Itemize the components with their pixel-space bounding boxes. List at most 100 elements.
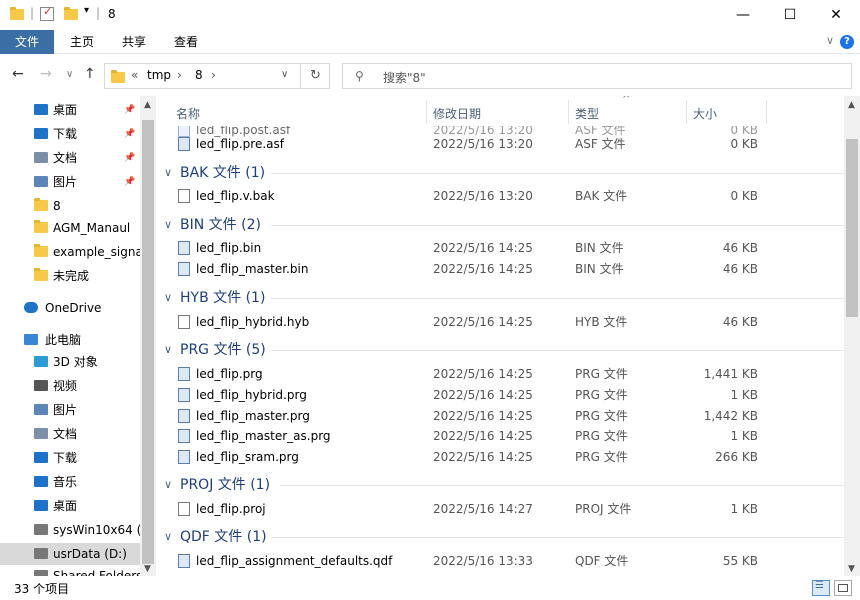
file-name: led_flip_master.prg [196, 409, 310, 423]
folder-icon [34, 244, 48, 258]
sidebar-item-label: 桌面 [53, 103, 78, 117]
group-header[interactable]: ∨ BIN 文件 (2) [156, 214, 844, 236]
sidebar-item[interactable]: 图片 [0, 399, 140, 421]
file-row[interactable]: led_flip_hybrid.prg 2022/5/16 14:25 PRG 文件… [156, 385, 844, 405]
file-row[interactable]: led_flip.proj 2022/5/16 14:27 PROJ 文件 1 KB [156, 499, 844, 519]
file-row[interactable]: led_flip_master.prg 2022/5/16 14:25 PRG 文件… [156, 406, 844, 426]
column-divider[interactable] [568, 100, 569, 124]
group-header[interactable]: ∨ PRG 文件 (5) [156, 339, 844, 361]
collapse-group-icon[interactable]: ∨ [164, 339, 172, 361]
file-row[interactable]: led_flip_master.bin 2022/5/16 14:25 BIN 文件… [156, 259, 844, 279]
tab-view[interactable]: 查看 [160, 30, 212, 54]
column-divider[interactable] [426, 100, 427, 124]
collapse-group-icon[interactable]: ∨ [164, 214, 172, 236]
file-size: 46 KB [722, 315, 758, 329]
sidebar-item[interactable]: 图片 📌 [0, 171, 140, 193]
scroll-down-icon[interactable]: ▼ [848, 564, 855, 574]
sidebar-item[interactable]: 3D 对象 [0, 351, 140, 373]
sidebar-item[interactable]: AGM_Manaul [0, 217, 140, 239]
large-icons-view-button[interactable] [834, 580, 852, 596]
help-icon[interactable]: ? [840, 35, 854, 49]
file-row[interactable]: led_flip_master_as.prg 2022/5/16 14:25 PRG… [156, 426, 844, 446]
document-icon [34, 152, 48, 163]
scroll-down-icon[interactable]: ▼ [144, 564, 151, 574]
file-row[interactable]: led_flip_sram.prg 2022/5/16 14:25 PRG 文件 26… [156, 447, 844, 467]
breadcrumb-tmp[interactable]: tmp [147, 68, 171, 82]
address-dropdown-icon[interactable]: ∨ [281, 69, 288, 80]
maximize-button[interactable]: ☐ [767, 0, 813, 30]
sidebar-item[interactable]: 音乐 [0, 471, 140, 493]
file-list-scrollbar-thumb[interactable] [846, 139, 858, 317]
file-row[interactable]: led_flip.v.bak 2022/5/16 13:20 BAK 文件 0 KB [156, 186, 844, 206]
sidebar-item[interactable]: 未完成 [0, 265, 140, 287]
group-divider [271, 173, 844, 174]
collapse-group-icon[interactable]: ∨ [164, 526, 172, 548]
sidebar-item[interactable]: 视频 [0, 375, 140, 397]
sidebar-item[interactable]: 桌面 📌 [0, 99, 140, 121]
tab-file[interactable]: 文件 [0, 30, 54, 54]
close-button[interactable]: ✕ [813, 0, 859, 30]
search-input[interactable]: 搜索"8" [383, 69, 426, 86]
folder-icon [34, 268, 48, 282]
download-icon [34, 452, 48, 463]
scroll-up-icon[interactable]: ▲ [144, 100, 151, 110]
sidebar-item-label: usrData (D:) [53, 547, 127, 561]
file-row[interactable]: led_flip_hybrid.hyb 2022/5/16 14:25 HYB 文件… [156, 312, 844, 332]
group-header[interactable]: ∨ BAK 文件 (1) [156, 162, 844, 184]
back-button[interactable]: ← [12, 66, 24, 82]
column-size[interactable]: 大小 [693, 105, 717, 122]
file-date: 2022/5/16 14:25 [433, 450, 533, 464]
search-box[interactable]: ⚲ 搜索"8" [342, 63, 852, 89]
sidebar-item[interactable]: 文档 [0, 423, 140, 445]
sidebar-item[interactable]: Shared Folders [0, 565, 140, 576]
forward-button[interactable]: → [40, 66, 52, 82]
tab-home[interactable]: 主页 [56, 30, 108, 54]
minimize-button[interactable]: — [720, 0, 766, 30]
group-header[interactable]: ∨ QDF 文件 (1) [156, 526, 844, 548]
up-button[interactable]: ↑ [84, 66, 96, 82]
breadcrumb-8[interactable]: 8 [195, 68, 203, 82]
pictures-icon [34, 404, 48, 415]
sidebar-item-label: Shared Folders [53, 569, 140, 576]
refresh-button[interactable]: ↻ [300, 63, 330, 89]
file-type: HYB 文件 [575, 315, 628, 329]
tab-share[interactable]: 共享 [108, 30, 160, 54]
scroll-up-icon[interactable]: ▲ [848, 100, 855, 110]
expand-ribbon-icon[interactable]: ∨ [826, 34, 834, 47]
sidebar-item[interactable]: 文档 📌 [0, 147, 140, 169]
file-row[interactable]: led_flip.prg 2022/5/16 14:25 PRG 文件 1,441 K… [156, 364, 844, 384]
sidebar-item[interactable]: OneDrive [0, 297, 140, 319]
group-header[interactable]: ∨ PROJ 文件 (1) [156, 474, 844, 496]
group-header[interactable]: ∨ HYB 文件 (1) [156, 287, 844, 309]
properties-icon[interactable]: ✓ [40, 5, 54, 21]
customize-toolbar-icon[interactable]: ▾ [84, 5, 89, 16]
sidebar-item[interactable]: 此电脑 [0, 329, 140, 351]
column-name[interactable]: 名称 [176, 105, 200, 122]
collapse-group-icon[interactable]: ∨ [164, 287, 172, 309]
collapse-group-icon[interactable]: ∨ [164, 162, 172, 184]
pin-icon: 📌 [124, 177, 136, 187]
new-folder-icon[interactable] [64, 7, 78, 21]
sidebar-item[interactable]: 下载 [0, 447, 140, 469]
sidebar-item[interactable]: usrData (D:) [0, 543, 140, 565]
file-type: PRG 文件 [575, 409, 628, 423]
file-row[interactable]: led_flip.pre.asf 2022/5/16 13:20 ASF 文件 0 K… [156, 134, 844, 154]
overflow-crumb[interactable]: « [131, 68, 138, 82]
collapse-group-icon[interactable]: ∨ [164, 474, 172, 496]
sidebar-item[interactable]: example_signa [0, 241, 140, 263]
column-date[interactable]: 修改日期 [433, 105, 481, 122]
recent-locations-button[interactable]: ∨ [66, 69, 73, 80]
details-view-button[interactable]: ☰ [812, 580, 830, 596]
column-type[interactable]: 类型 [575, 105, 599, 122]
sidebar-item[interactable]: 下载 📌 [0, 123, 140, 145]
navigation-scrollbar-thumb[interactable] [142, 120, 154, 564]
file-row[interactable]: led_flip.bin 2022/5/16 14:25 BIN 文件 46 KB [156, 238, 844, 258]
sidebar-item[interactable]: 8 [0, 195, 140, 217]
column-divider[interactable] [686, 100, 687, 124]
column-divider[interactable] [766, 100, 767, 124]
file-type: BAK 文件 [575, 189, 628, 203]
sidebar-item[interactable]: 桌面 [0, 495, 140, 517]
file-row[interactable]: led_flip_assignment_defaults.qdf 2022/5/1… [156, 551, 844, 571]
sidebar-item[interactable]: sysWin10x64 (C [0, 519, 140, 541]
address-bar[interactable]: « tmp › 8 › ∨ [104, 63, 330, 89]
